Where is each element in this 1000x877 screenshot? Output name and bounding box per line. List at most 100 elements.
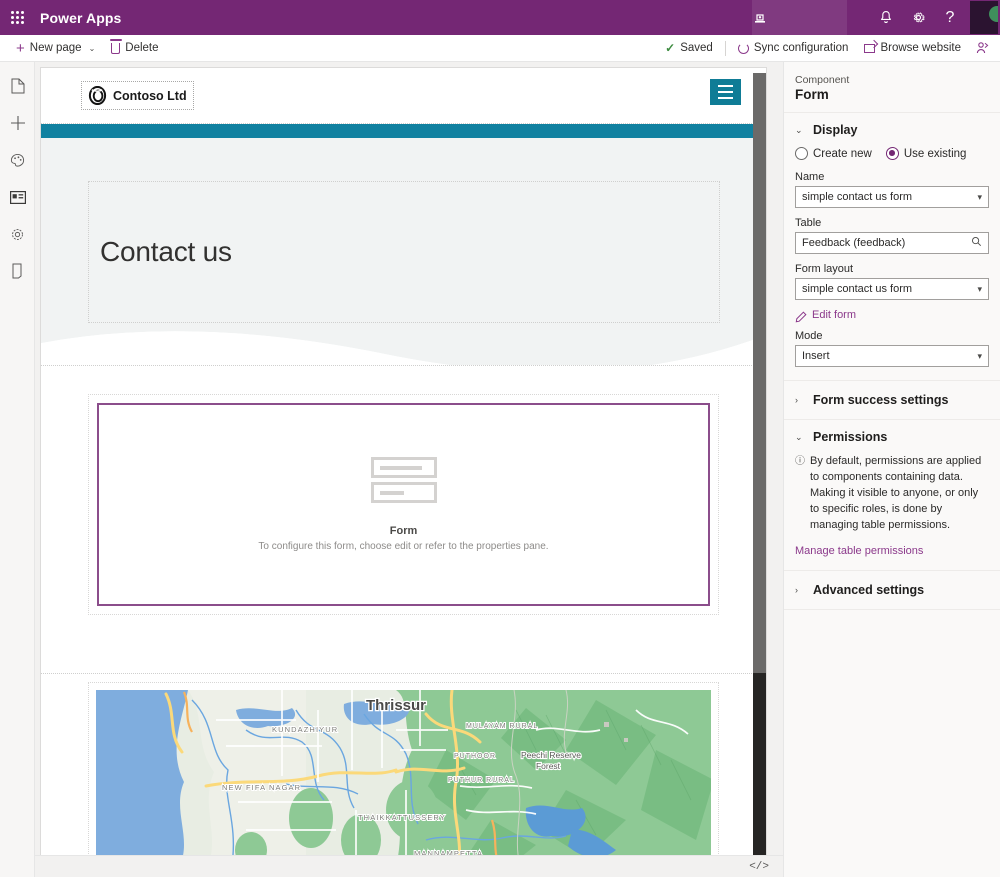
canvas-scrollbar-thumb[interactable] <box>753 673 766 855</box>
contoso-ring-logo <box>88 86 107 105</box>
radio-use-existing[interactable]: Use existing <box>885 147 966 160</box>
site-logo-text: Contoso Ltd <box>113 88 187 103</box>
form-layout-dropdown[interactable]: simple contact us form ▾ <box>795 278 989 300</box>
form-icon-row <box>370 457 437 478</box>
new-page-label: New page <box>29 42 82 54</box>
svg-text:Thrissur: Thrissur <box>366 697 426 714</box>
map-frame[interactable]: Thrissur KUNDAZHIYUR NEW FIFA NAGAR MULA… <box>96 690 711 855</box>
mobile-icon <box>12 263 21 279</box>
edit-form-label: Edit form <box>812 309 857 321</box>
page-title: Contact us <box>100 236 232 267</box>
manage-table-permissions-link[interactable]: Manage table permissions <box>795 545 989 557</box>
svg-text:NEW FIFA NAGAR: NEW FIFA NAGAR <box>222 783 301 792</box>
form-layout-label: Form layout <box>795 263 854 275</box>
user-avatar[interactable] <box>970 1 998 34</box>
saved-label: Saved <box>680 42 713 54</box>
sidebar-item-device-preview[interactable] <box>0 255 35 287</box>
app-launcher-waffle-icon[interactable] <box>0 0 34 35</box>
hamburger-menu-icon[interactable] <box>710 79 741 105</box>
waffle-grid <box>10 11 24 24</box>
plus-icon: + <box>16 39 25 57</box>
edit-form-link[interactable]: Edit form <box>795 309 989 322</box>
gear-glyph <box>913 12 925 23</box>
name-dropdown[interactable]: simple contact us form ▾ <box>795 186 989 208</box>
form-success-section-title: Form success settings <box>813 393 949 407</box>
form-section[interactable]: Form To configure this form, choose edit… <box>41 366 766 674</box>
form-placeholder-icon <box>370 457 437 503</box>
external-link-icon <box>864 43 876 53</box>
svg-text:Peechi Reserve: Peechi Reserve <box>521 750 581 760</box>
sidebar-item-pages[interactable] <box>0 70 35 102</box>
sync-icon <box>737 42 749 54</box>
environment-icon[interactable] <box>745 0 775 35</box>
canvas-scrollbar[interactable] <box>753 73 766 855</box>
table-label: Table <box>795 217 822 229</box>
form-icon-row <box>370 482 437 503</box>
radio-create-new-label: Create new <box>813 147 872 160</box>
map-section[interactable]: Thrissur KUNDAZHIYUR NEW FIFA NAGAR MULA… <box>41 674 766 855</box>
saved-status: ✓ Saved <box>657 35 721 61</box>
display-section-title: Display <box>813 123 858 137</box>
chevron-down-icon: ▾ <box>977 191 982 202</box>
radio-dot-selected <box>885 147 899 160</box>
canvas-area: Contoso Ltd Contact us Form To configure… <box>35 62 783 855</box>
site-header-section[interactable]: Contoso Ltd <box>41 68 766 124</box>
radio-create-new[interactable]: Create new <box>795 147 872 160</box>
delete-button[interactable]: Delete <box>103 35 166 61</box>
share-person-icon[interactable] <box>969 35 995 61</box>
chevron-down-icon: ⌄ <box>795 124 803 135</box>
svg-text:THAIKKATTUSSERY: THAIKKATTUSSERY <box>358 813 446 822</box>
person-add-glyph <box>976 42 989 54</box>
sync-configuration-button[interactable]: Sync configuration <box>730 35 857 61</box>
new-page-button[interactable]: + New page ⌄ <box>8 35 103 61</box>
panel-kicker: Component <box>795 74 850 86</box>
svg-text:Forest: Forest <box>536 761 561 771</box>
site-logo[interactable]: Contoso Ltd <box>81 81 194 110</box>
form-component-selected[interactable]: Form To configure this form, choose edit… <box>97 403 710 606</box>
settings-gear-icon[interactable] <box>902 0 934 35</box>
check-icon: ✓ <box>665 41 676 55</box>
mode-value: Insert <box>802 350 830 362</box>
sync-label: Sync configuration <box>753 42 849 54</box>
permissions-info-text: By default, permissions are applied to c… <box>810 455 982 531</box>
info-icon: ⓘ <box>795 456 805 467</box>
svg-text:PUTHOOR: PUTHOOR <box>454 753 496 760</box>
page-icon <box>11 78 24 94</box>
browse-website-button[interactable]: Browse website <box>856 35 969 61</box>
page-canvas[interactable]: Contoso Ltd Contact us Form To configure… <box>40 67 767 855</box>
advanced-settings-section: › Advanced settings <box>784 571 1000 610</box>
permissions-info: ⓘ By default, permissions are applied to… <box>795 454 989 534</box>
radio-dot <box>795 147 808 160</box>
search-icon <box>969 236 984 250</box>
chevron-right-icon: › <box>795 584 798 595</box>
sidebar-item-add-component[interactable] <box>0 107 35 139</box>
notification-bell-icon[interactable] <box>870 0 902 35</box>
top-navigation-bar: Power Apps ? <box>0 0 1000 35</box>
mode-dropdown[interactable]: Insert ▾ <box>795 345 989 367</box>
plus-icon <box>10 116 25 130</box>
hero-content-container[interactable]: Contact us <box>88 181 720 323</box>
help-icon[interactable]: ? <box>934 0 966 35</box>
sidebar-item-theme[interactable] <box>0 144 35 176</box>
chevron-down-icon: ▾ <box>977 350 982 361</box>
form-success-section-header[interactable]: › Form success settings <box>795 393 989 407</box>
advanced-settings-section-header[interactable]: › Advanced settings <box>795 583 989 597</box>
name-label: Name <box>795 171 825 183</box>
sidebar-item-settings[interactable] <box>0 218 35 250</box>
sidebar-item-components[interactable] <box>0 181 35 213</box>
permissions-section-header[interactable]: ⌄ Permissions <box>795 430 989 444</box>
code-editor-icon[interactable]: </> <box>749 861 769 873</box>
map-container[interactable]: Thrissur KUNDAZHIYUR NEW FIFA NAGAR MULA… <box>88 682 719 855</box>
form-container[interactable]: Form To configure this form, choose edit… <box>88 394 719 615</box>
panel-title: Form <box>795 87 829 102</box>
form-success-section: › Form success settings <box>784 381 1000 420</box>
components-icon <box>9 190 26 204</box>
hero-section[interactable]: Contact us <box>41 138 766 366</box>
form-component-hint: To configure this form, choose edit or r… <box>258 541 549 552</box>
display-section-header[interactable]: ⌄ Display <box>795 123 989 137</box>
accent-bar <box>41 124 766 138</box>
chevron-down-icon: ⌄ <box>795 431 803 442</box>
table-lookup-field[interactable]: Feedback (feedback) <box>795 232 989 254</box>
chevron-right-icon: › <box>795 395 798 405</box>
permissions-section: ⌄ Permissions ⓘ By default, permissions … <box>784 420 1000 571</box>
